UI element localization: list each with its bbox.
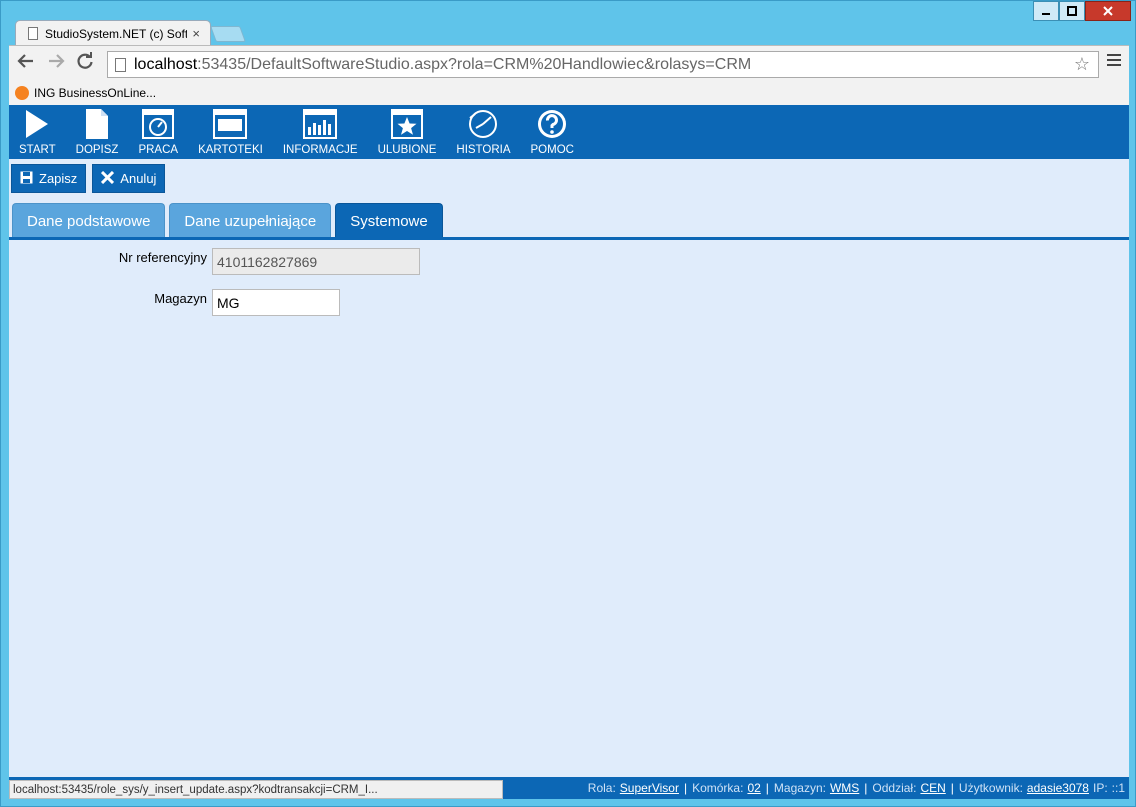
save-label: Zapisz <box>39 171 78 186</box>
nav-informacje[interactable]: INFORMACJE <box>273 105 368 159</box>
status-role-label: Rola: <box>587 781 616 795</box>
maximize-icon <box>1067 6 1077 16</box>
address-bar[interactable]: localhost :53435/DefaultSoftwareStudio.a… <box>107 51 1099 78</box>
status-branch-link[interactable]: CEN <box>920 781 945 795</box>
status-ip-label: IP: <box>1092 781 1108 795</box>
bar-chart-icon <box>303 109 338 139</box>
status-user-label: Użytkownik: <box>958 781 1023 795</box>
page-icon <box>115 57 126 72</box>
nav-dopisz-label: DOPISZ <box>75 144 119 156</box>
status-ip-value: ::1 <box>1111 781 1125 795</box>
history-icon <box>469 110 498 138</box>
forward-arrow-icon <box>49 54 65 68</box>
tab-systemowe[interactable]: Systemowe <box>335 203 443 238</box>
app-area: START DOPISZ PRACA KARTOTEKI INFORMACJE … <box>9 105 1129 799</box>
tab-close-icon[interactable]: × <box>192 26 200 41</box>
save-button[interactable]: Zapisz <box>11 164 87 193</box>
close-icon <box>1103 6 1113 16</box>
back-arrow-icon <box>17 54 33 68</box>
status-cell-link[interactable]: 02 <box>747 781 760 795</box>
tab-title: StudioSystem.NET (c) Soft <box>45 26 187 41</box>
status-warehouse-label: Magazyn: <box>773 781 826 795</box>
status-warehouse-link[interactable]: WMS <box>830 781 859 795</box>
window-controls <box>1033 1 1131 21</box>
reload-button[interactable] <box>74 52 96 75</box>
browser-toolbar: localhost :53435/DefaultSoftwareStudio.a… <box>9 45 1129 81</box>
status-cell-label: Komórka: <box>692 781 744 795</box>
browser-window: StudioSystem.NET (c) Soft × localhost:5… <box>0 0 1136 807</box>
bookmarks-bar: ING BusinessOnLine... <box>9 81 1129 105</box>
link-preview: localhost:53435/role_sys/y_insert_update… <box>9 780 503 799</box>
nav-dopisz[interactable]: DOPISZ <box>66 105 129 159</box>
url-host: localhost <box>134 55 198 73</box>
action-bar: Zapisz Anuluj <box>11 164 171 193</box>
close-icon <box>101 170 115 187</box>
reload-icon <box>77 52 93 69</box>
nav-kartoteki-label: KARTOTEKI <box>198 144 263 156</box>
minimize-icon <box>1042 13 1050 15</box>
document-icon <box>86 109 109 139</box>
tab-dane-uzupelniajace[interactable]: Dane uzupełniające <box>169 203 332 238</box>
tab-divider <box>9 237 1129 240</box>
nav-informacje-label: INFORMACJE <box>282 144 358 156</box>
nav-pomoc-label: POMOC <box>530 144 574 156</box>
star-icon <box>390 109 423 139</box>
nav-ulubione-label: ULUBIONE <box>377 144 437 156</box>
nav-start[interactable]: START <box>9 105 66 159</box>
ref-number-row: Nr referencyjny 4101162827869 <box>9 248 420 275</box>
form-tabs: Dane podstawowe Dane uzupełniające Syste… <box>12 203 447 238</box>
nav-kartoteki[interactable]: KARTOTEKI <box>188 105 273 159</box>
nav-start-label: START <box>19 144 56 156</box>
gauge-icon <box>142 109 175 139</box>
page-icon <box>28 27 38 40</box>
bookmark-ing[interactable]: ING BusinessOnLine... <box>34 86 156 100</box>
new-tab-button[interactable] <box>210 26 246 42</box>
monitor-icon <box>213 109 248 139</box>
tab-dane-podstawowe[interactable]: Dane podstawowe <box>12 203 166 238</box>
browser-tab[interactable]: StudioSystem.NET (c) Soft × <box>15 20 211 46</box>
help-icon <box>538 110 567 138</box>
play-icon <box>26 110 49 138</box>
floppy-disk-icon <box>20 171 33 187</box>
nav-ulubione[interactable]: ULUBIONE <box>368 105 447 159</box>
ref-number-field: 4101162827869 <box>212 248 420 275</box>
status-branch-label: Oddział: <box>872 781 917 795</box>
nav-praca[interactable]: PRACA <box>128 105 188 159</box>
warehouse-input[interactable]: MG <box>212 289 340 316</box>
ing-logo-icon <box>15 86 29 100</box>
status-role-link[interactable]: SuperVisor <box>620 781 679 795</box>
title-bar: StudioSystem.NET (c) Soft × <box>1 1 1135 46</box>
status-user-link[interactable]: adasie3078 <box>1027 781 1089 795</box>
url-path: :53435/DefaultSoftwareStudio.aspx?rola=C… <box>197 55 752 73</box>
forward-button[interactable] <box>45 52 67 75</box>
nav-historia[interactable]: HISTORIA <box>446 105 520 159</box>
warehouse-label: Magazyn <box>154 291 207 306</box>
browser-menu-icon[interactable] <box>1107 54 1121 69</box>
back-button[interactable] <box>15 52 37 75</box>
close-window-button[interactable] <box>1085 1 1131 21</box>
nav-pomoc[interactable]: POMOC <box>521 105 584 159</box>
main-nav: START DOPISZ PRACA KARTOTEKI INFORMACJE … <box>9 105 1129 159</box>
nav-praca-label: PRACA <box>138 144 179 156</box>
minimize-button[interactable] <box>1033 1 1059 21</box>
cancel-label: Anuluj <box>120 171 157 186</box>
cancel-button[interactable]: Anuluj <box>92 164 166 193</box>
warehouse-row: Magazyn MG <box>9 289 340 316</box>
ref-number-label: Nr referencyjny <box>118 250 207 265</box>
maximize-button[interactable] <box>1059 1 1085 21</box>
bookmark-star-icon[interactable]: ☆ <box>1074 54 1090 75</box>
nav-historia-label: HISTORIA <box>456 144 511 156</box>
